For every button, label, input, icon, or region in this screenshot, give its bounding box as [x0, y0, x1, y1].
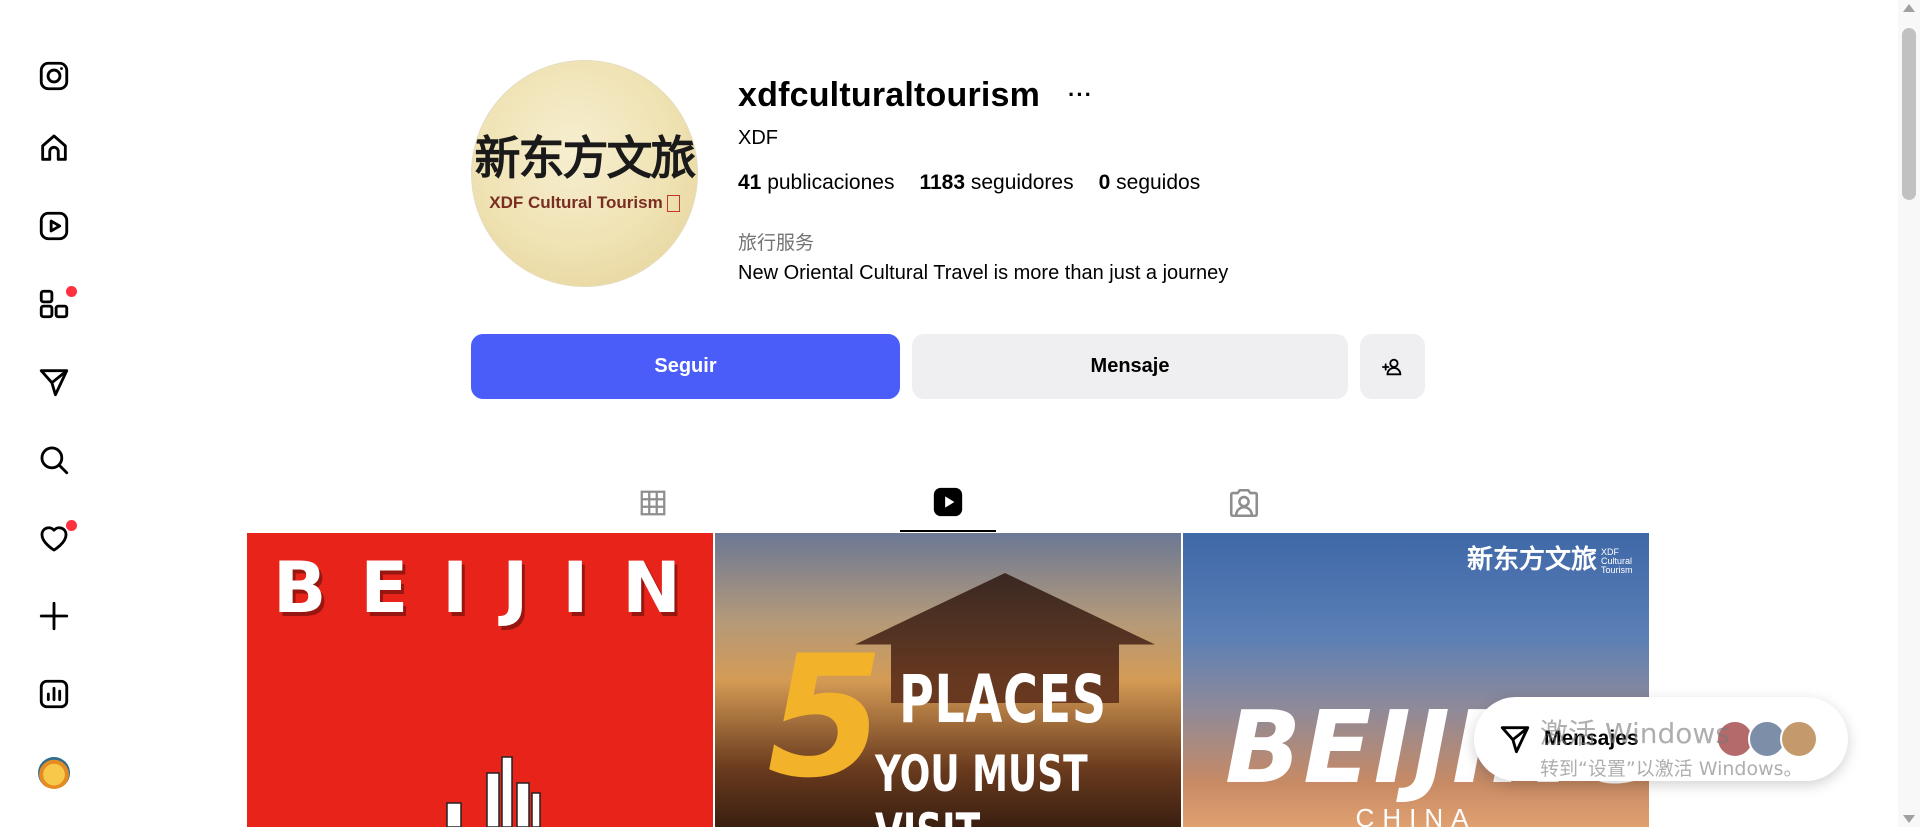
notification-dot-icon: [66, 520, 77, 531]
profile-category: 旅行服务: [738, 232, 815, 254]
reel-number: 5: [767, 619, 884, 815]
profile-picture[interactable]: 新东方文旅 XDF Cultural Tourism: [471, 60, 698, 287]
following-stat[interactable]: 0 seguidos: [1099, 171, 1201, 195]
logo-english-text: XDF Cultural Tourism: [489, 192, 680, 213]
watermark-logo: 新东方文旅 XDF Cultural Tourism: [1467, 539, 1639, 576]
vertical-scrollbar[interactable]: [1898, 0, 1920, 827]
scroll-thumb[interactable]: [1902, 28, 1916, 200]
following-label: seguidos: [1116, 171, 1201, 194]
profile-bio: New Oriental Cultural Travel is more tha…: [738, 262, 1229, 284]
sidebar-nav: [0, 0, 108, 827]
logo-english-label: XDF Cultural Tourism: [489, 192, 663, 212]
reels-icon[interactable]: [36, 208, 72, 244]
grid-icon: [640, 490, 666, 516]
posts-stat: 41 publicaciones: [738, 171, 894, 195]
more-options-button[interactable]: ···: [1068, 84, 1093, 106]
tagged-user-icon: [1229, 488, 1259, 518]
notification-dot-icon: [66, 286, 77, 297]
followers-label: seguidores: [970, 171, 1074, 194]
reel-subtitle: CHINA: [1355, 803, 1477, 827]
posts-count: 41: [738, 171, 762, 194]
instagram-logo-icon[interactable]: [36, 58, 72, 94]
logo-chinese-text: 新东方文旅: [474, 130, 697, 185]
add-user-icon: [1381, 358, 1401, 375]
scroll-up-arrow-icon[interactable]: [1903, 4, 1915, 12]
tab-posts-grid[interactable]: [605, 474, 701, 532]
followers-stat[interactable]: 1183 seguidores: [919, 171, 1073, 195]
followers-count: 1183: [919, 171, 966, 194]
dashboard-chart-icon[interactable]: [36, 676, 72, 712]
following-count: 0: [1098, 171, 1111, 194]
scroll-down-arrow-icon[interactable]: [1903, 815, 1915, 823]
create-plus-icon[interactable]: [36, 598, 72, 634]
profile-username: xdfculturaltourism: [738, 76, 1041, 114]
profile-full-name: XDF: [738, 127, 778, 149]
messages-floating-button[interactable]: Mensajes: [1474, 697, 1848, 781]
watermark-en: XDF Cultural Tourism: [1601, 546, 1633, 575]
skyline-graphic: [446, 756, 541, 827]
profile-stats: 41 publicaciones 1183 seguidores 0 segui…: [738, 171, 1200, 195]
tab-tagged[interactable]: [1196, 474, 1292, 532]
message-button[interactable]: Mensaje: [912, 334, 1348, 399]
reel-thumbnail[interactable]: BEIJING: [247, 533, 713, 827]
tab-reels[interactable]: [900, 474, 996, 532]
send-icon: [1500, 726, 1530, 754]
reel-title: PLACES: [899, 661, 1107, 738]
reel-thumbnail[interactable]: 新东方文旅 XDF Cultural Tourism BEIJING CHINA: [1183, 533, 1649, 827]
profile-avatar-icon[interactable]: [38, 757, 70, 789]
reels-grid: BEIJING 5 PLACES YOU MUST VISIT 新东方文旅XDF…: [247, 533, 1649, 827]
add-user-button[interactable]: [1360, 334, 1425, 399]
home-icon[interactable]: [36, 130, 72, 166]
search-icon[interactable]: [36, 442, 72, 478]
reels-play-icon: [933, 487, 963, 517]
follow-button[interactable]: Seguir: [471, 334, 900, 399]
reel-thumbnail[interactable]: 5 PLACES YOU MUST VISIT: [715, 533, 1181, 827]
messages-send-icon[interactable]: [36, 364, 72, 400]
messages-label: Mensajes: [1544, 727, 1639, 750]
watermark-cn: 新东方文旅: [1466, 545, 1597, 575]
seal-icon: [666, 194, 680, 212]
message-avatars: [1716, 720, 1818, 758]
reel-subtitle: YOU MUST VISIT: [875, 745, 1088, 827]
reel-title: BEIJING: [273, 547, 713, 629]
avatar: [1780, 720, 1818, 758]
posts-label: publicaciones: [767, 171, 895, 194]
